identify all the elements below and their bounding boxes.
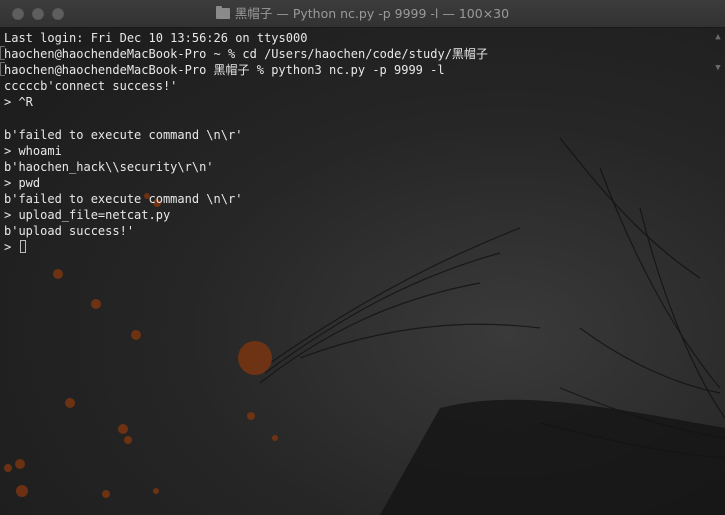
terminal-line: Last login: Fri Dec 10 13:56:26 on ttys0… [4,31,308,45]
terminal-line: > upload_file=netcat.py [4,208,171,223]
terminal-line: cccccb'connect success!' [4,79,178,94]
scroll-up-icon[interactable]: ▲ [714,30,722,44]
terminal-line: b'failed to execute command \n\r' [4,191,243,206]
terminal-line: b'failed to execute command \n\r' [4,127,243,142]
vertical-scrollbar[interactable]: ▲ ▼ [711,28,725,515]
terminal-output[interactable]: Last login: Fri Dec 10 13:56:26 on ttys0… [4,30,694,255]
folder-icon [215,6,230,19]
terminal-window: 黑帽子 — Python nc.py -p 9999 -l — 100×30 L… [0,0,725,515]
terminal-line: haochen@haochendeMacBook-Pro ~ % cd /Use… [4,47,488,62]
terminal-line: haochen@haochendeMacBook-Pro 黑帽子 % pytho… [4,63,445,78]
terminal-prompt-line[interactable]: > [4,239,694,255]
terminal-line: > pwd [4,175,41,190]
command-mark-bracket [0,46,5,60]
terminal-line: b'haochen_hack\\security\r\n' [4,159,214,174]
terminal-line: > ^R [4,95,33,110]
window-title: 黑帽子 — Python nc.py -p 9999 -l — 100×30 [0,0,725,28]
window-title-text: 黑帽子 — Python nc.py -p 9999 -l — 100×30 [234,6,510,21]
scroll-down-icon[interactable]: ▼ [714,61,722,75]
command-mark-bracket [0,62,5,76]
terminal-line: b'upload success!' [4,224,135,239]
title-bar[interactable]: 黑帽子 — Python nc.py -p 9999 -l — 100×30 [0,0,725,28]
text-cursor [20,240,27,254]
terminal-line: > whoami [4,143,62,158]
prompt-symbol: > [4,240,12,255]
